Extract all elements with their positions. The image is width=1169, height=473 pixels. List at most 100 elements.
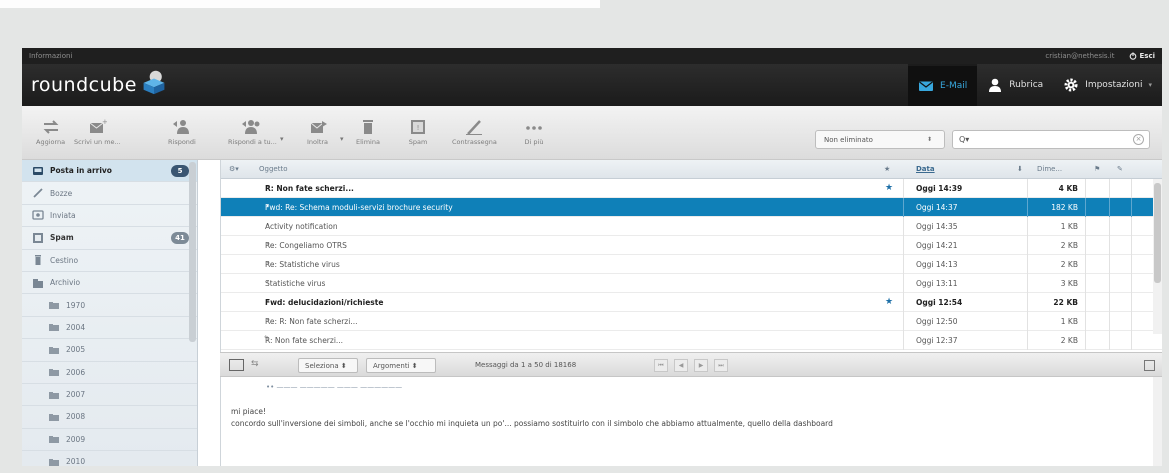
column-subject[interactable]: Oggetto (259, 165, 287, 173)
spam-button[interactable]: ! Spam (408, 118, 428, 146)
folder-item[interactable]: Archivio (22, 272, 197, 295)
folder-item[interactable]: 2005 (22, 339, 197, 362)
sent-icon (32, 210, 44, 221)
folder-item[interactable]: Spam 41 (22, 227, 197, 250)
prev-page-icon[interactable]: ◀ (674, 359, 688, 372)
folder-icon (49, 324, 59, 332)
nav-settings[interactable]: Impostazioni ▾ (1053, 64, 1162, 106)
message-size: 3 KB (1060, 279, 1078, 288)
table-row[interactable]: • Re: Congeliamo OTRS Oggi 14:21 2 KB (221, 236, 1162, 255)
nav-contacts-label: Rubrica (1009, 80, 1044, 90)
folder-item[interactable]: 2007 (22, 384, 197, 407)
thread-toggle-icon[interactable]: ⇆ (251, 359, 259, 369)
folder-item[interactable]: 2004 (22, 317, 197, 340)
folder-name: 1970 (66, 300, 86, 310)
list-options-icon[interactable]: ⚙▾ (229, 165, 239, 173)
logo[interactable]: roundcube (22, 70, 167, 96)
refresh-button[interactable]: Aggiorna (36, 118, 65, 146)
preview-line-1: mi piace! (231, 407, 266, 416)
folder-item[interactable]: 2006 (22, 362, 197, 384)
filter-select[interactable]: Non eliminato ⬍ (815, 130, 945, 149)
preview-scrollbar[interactable] (1153, 377, 1162, 466)
message-list-footer: ⇆ Seleziona ⬍ Argomenti ⬍ Messaggi da 1 … (220, 352, 1162, 377)
folder-name: 2006 (66, 367, 86, 377)
folder-item[interactable]: 2009 (22, 429, 197, 452)
threads-menu[interactable]: Argomenti ⬍ (366, 358, 436, 373)
logout-button[interactable]: Esci (1129, 52, 1156, 60)
folder-item[interactable]: 2010 (22, 451, 197, 466)
column-attachment-icon[interactable]: ✎ (1117, 165, 1123, 173)
star-icon[interactable]: ★ (885, 297, 893, 307)
logout-label: Esci (1139, 52, 1156, 60)
column-date[interactable]: Data (916, 165, 935, 173)
compose-button[interactable]: + Scrivi un me... (74, 118, 121, 146)
trash-icon (35, 255, 41, 266)
mark-button[interactable]: Contrassegna (452, 118, 497, 146)
folder-item[interactable]: Bozze (22, 182, 197, 205)
table-row[interactable]: • Activity notification Oggi 14:35 1 KB (221, 217, 1162, 236)
info-link[interactable]: Informazioni (29, 52, 72, 60)
table-row[interactable]: • Fwd: Re: Schema moduli-servizi brochure… (221, 198, 1162, 217)
message-date: Oggi 14:21 (916, 241, 958, 250)
select-arrows-icon: ⬍ (926, 136, 932, 143)
message-list-scrollbar[interactable] (1153, 179, 1162, 334)
message-date: Oggi 14:39 (916, 184, 963, 193)
folder-item[interactable]: Cestino (22, 250, 197, 272)
folder-icon (49, 302, 59, 310)
preview-line-2: concordo sull'inversione dei simboli, an… (231, 419, 833, 428)
more-button[interactable]: Di più (524, 118, 544, 146)
table-row[interactable]: • Statistiche virus Oggi 13:11 3 KB (221, 274, 1162, 293)
message-date: Oggi 12:37 (916, 336, 958, 345)
first-page-icon[interactable]: ⏮ (654, 359, 668, 372)
folder-item[interactable]: Posta in arrivo 5 (22, 160, 197, 183)
unread-count-badge: 5 (171, 165, 189, 177)
column-flag-icon[interactable]: ⚑ (1094, 165, 1100, 173)
search-reset-icon[interactable]: × (1133, 134, 1144, 145)
column-size[interactable]: Dime... (1037, 165, 1062, 173)
message-preview: •• ——— ————— ——— —————— mi piace! concor… (220, 377, 1162, 466)
table-row[interactable]: • Fwd: delucidazioni/richieste ★ Oggi 12:54… (221, 293, 1162, 312)
user-email: cristian@nethesis.it (1045, 52, 1115, 60)
forward-label: Inoltra (307, 138, 329, 146)
forward-dropdown-icon[interactable]: ▾ (340, 135, 344, 143)
logo-text: roundcube (31, 74, 137, 96)
reply-all-dropdown-icon[interactable]: ▾ (280, 135, 284, 143)
forward-icon (310, 121, 327, 133)
reply-button[interactable]: Rispondi (168, 118, 196, 146)
folder-name: Bozze (50, 188, 73, 198)
expand-preview-icon[interactable] (1144, 360, 1155, 371)
delete-button[interactable]: Elimina (356, 118, 380, 146)
table-row[interactable]: ↰ R: Non fate scherzi... Oggi 12:37 2 KB (221, 331, 1162, 350)
folder-name: 2007 (66, 390, 86, 400)
mail-icon (919, 81, 934, 91)
refresh-icon (43, 120, 58, 134)
nav-email[interactable]: E-Mail (908, 64, 978, 106)
select-menu[interactable]: Seleziona ⬍ (298, 358, 358, 373)
folder-list-scrollbar[interactable] (189, 162, 196, 342)
delete-label: Elimina (356, 138, 380, 146)
nav-contacts[interactable]: Rubrica (977, 64, 1053, 106)
folder-item[interactable]: Inviata (22, 205, 197, 228)
layout-toggle-icon[interactable] (229, 359, 244, 371)
folder-item[interactable]: 2008 (22, 406, 197, 429)
search-input[interactable]: Q▾ × (952, 130, 1150, 149)
message-size: 1 KB (1060, 222, 1078, 231)
forward-button[interactable]: Inoltra (307, 118, 328, 146)
archive-icon (33, 278, 43, 288)
next-page-icon[interactable]: ▶ (694, 359, 708, 372)
message-subject: R: Non fate scherzi... (265, 184, 354, 193)
folder-item[interactable]: 1970 (22, 294, 197, 317)
column-flag-star-icon[interactable]: ★ (884, 165, 890, 173)
table-row[interactable]: • Re: Statistiche virus Oggi 14:13 2 KB (221, 255, 1162, 274)
table-row[interactable]: • Re: R: Non fate scherzi... Oggi 12:50 1 K… (221, 312, 1162, 331)
gear-icon (1064, 78, 1078, 92)
folder-name: Spam (50, 233, 74, 243)
table-row[interactable]: • R: Non fate scherzi... ★ Oggi 14:39 4 KB (221, 179, 1162, 198)
star-icon[interactable]: ★ (885, 183, 893, 193)
reply-all-button[interactable]: Rispondi a tu... (228, 118, 277, 146)
last-page-icon[interactable]: ⏭ (714, 359, 728, 372)
message-size: 4 KB (1058, 184, 1078, 193)
folder-list: Posta in arrivo 5 Bozze Inviata Spam 41 Cestin… (22, 160, 198, 466)
reply-all-label: Rispondi a tu... (228, 138, 277, 146)
inbox-icon (33, 166, 43, 175)
